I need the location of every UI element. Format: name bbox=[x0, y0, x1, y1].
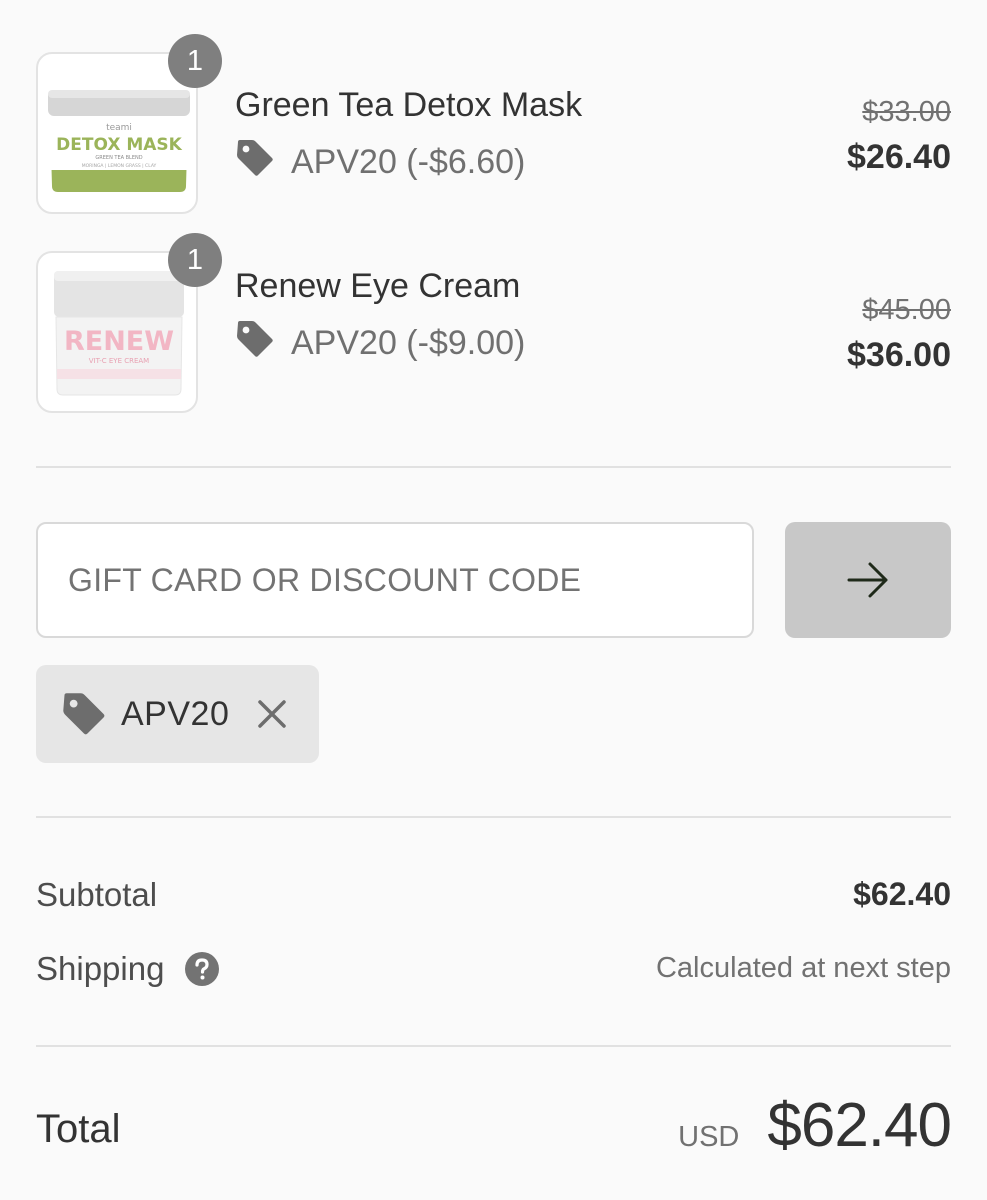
total-value: $62.40 bbox=[767, 1091, 952, 1160]
apply-code-button[interactable] bbox=[785, 522, 951, 638]
product-discount-label: APV20 (-$6.60) bbox=[291, 143, 526, 181]
line-item: RENEW VIT-C EYE CREAM 1 Renew Eye Cream … bbox=[36, 233, 951, 413]
divider bbox=[36, 816, 951, 818]
product-name: Renew Eye Cream bbox=[235, 267, 521, 305]
divider bbox=[36, 1045, 951, 1047]
svg-text:VIT-C EYE CREAM: VIT-C EYE CREAM bbox=[89, 357, 149, 365]
product-name: Green Tea Detox Mask bbox=[235, 86, 583, 124]
arrow-right-icon bbox=[846, 558, 890, 602]
tag-icon bbox=[235, 319, 275, 368]
product-discount: APV20 (-$9.00) bbox=[235, 319, 525, 368]
applied-code-label: APV20 bbox=[121, 694, 230, 733]
shipping-label-text: Shipping bbox=[36, 950, 165, 987]
total-label: Total bbox=[36, 1107, 121, 1151]
svg-text:GREEN TEA BLEND: GREEN TEA BLEND bbox=[95, 155, 142, 161]
tag-icon bbox=[61, 691, 107, 737]
divider bbox=[36, 466, 951, 468]
svg-text:teami: teami bbox=[106, 123, 132, 133]
quantity-badge: 1 bbox=[168, 233, 222, 287]
tag-icon bbox=[235, 138, 275, 187]
product-discount: APV20 (-$6.60) bbox=[235, 138, 525, 187]
product-discount-label: APV20 (-$9.00) bbox=[291, 324, 526, 362]
subtotal-label: Subtotal bbox=[36, 876, 158, 913]
discounted-price: $26.40 bbox=[847, 138, 951, 176]
shipping-value: Calculated at next step bbox=[655, 952, 951, 984]
original-price: $33.00 bbox=[862, 96, 951, 128]
discount-code-input[interactable] bbox=[36, 522, 754, 638]
applied-discount-chip: APV20 bbox=[36, 665, 319, 763]
detox-mask-jar-image: teami DETOX MASK GREEN TEA BLEND MORINGA… bbox=[48, 90, 190, 192]
subtotal-value: $62.40 bbox=[853, 876, 951, 912]
product-thumbnail: RENEW VIT-C EYE CREAM 1 bbox=[36, 233, 222, 413]
original-price: $45.00 bbox=[862, 294, 951, 326]
product-thumbnail: teami DETOX MASK GREEN TEA BLEND MORINGA… bbox=[36, 34, 222, 214]
svg-text:RENEW: RENEW bbox=[64, 326, 174, 357]
question-circle-icon[interactable] bbox=[184, 951, 220, 987]
shipping-label: Shipping bbox=[36, 950, 220, 988]
quantity-badge: 1 bbox=[168, 34, 222, 88]
svg-text:MORINGA | LEMON GRASS | CLAY: MORINGA | LEMON GRASS | CLAY bbox=[82, 163, 157, 169]
total-currency: USD bbox=[678, 1121, 740, 1153]
total-amount: USD $62.40 bbox=[678, 1090, 952, 1161]
discounted-price: $36.00 bbox=[847, 336, 951, 374]
renew-eye-cream-jar-image: RENEW VIT-C EYE CREAM bbox=[54, 271, 184, 396]
line-item: teami DETOX MASK GREEN TEA BLEND MORINGA… bbox=[36, 34, 951, 214]
close-icon[interactable] bbox=[257, 699, 287, 729]
svg-text:DETOX MASK: DETOX MASK bbox=[56, 135, 183, 155]
